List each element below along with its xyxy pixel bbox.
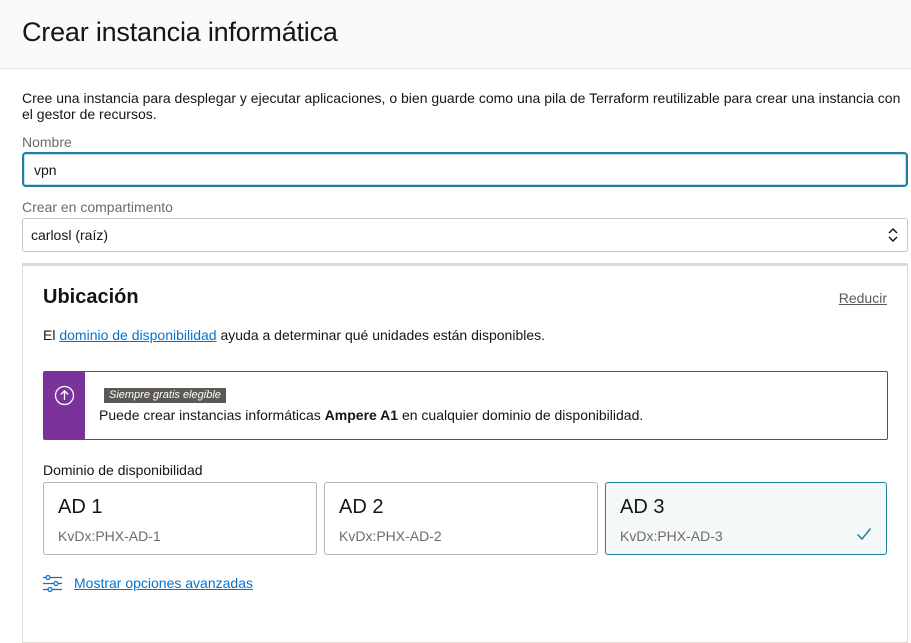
chevron-updown-icon	[888, 227, 898, 243]
intro-text: Cree una instancia para desplegar y ejec…	[22, 90, 901, 122]
ad-id: KvDx:PHX-AD-1	[58, 528, 161, 544]
placement-section: Ubicación Reducir El dominio de disponib…	[22, 263, 908, 643]
ad-id: KvDx:PHX-AD-3	[620, 528, 723, 544]
placement-help: El dominio de disponibilidad ayuda a det…	[43, 327, 545, 343]
circle-arrow-up-icon	[54, 385, 75, 406]
ad-name: AD 2	[339, 496, 384, 518]
ad-tile-1[interactable]: AD 1 KvDx:PHX-AD-1	[43, 482, 317, 555]
notice-text-suffix: en cualquier dominio de disponibilidad.	[398, 407, 644, 423]
ad-id: KvDx:PHX-AD-2	[339, 528, 442, 544]
name-input[interactable]	[22, 152, 908, 187]
compartment-label: Crear en compartimento	[22, 199, 173, 215]
page-header: Crear instancia informática	[0, 0, 911, 69]
checkmark-icon	[856, 528, 872, 541]
advanced-options-toggle[interactable]: Mostrar opciones avanzadas	[43, 573, 253, 593]
always-free-badge: Siempre gratis elegible	[104, 388, 226, 403]
sliders-icon	[43, 574, 62, 592]
help-suffix: ayuda a determinar qué unidades están di…	[216, 327, 546, 343]
name-label: Nombre	[22, 134, 72, 150]
compartment-select[interactable]: carlosl (raíz)	[22, 218, 908, 252]
notice-text-bold: Ampere A1	[324, 407, 399, 423]
availability-domain-link[interactable]: dominio de disponibilidad	[59, 327, 216, 343]
placement-title: Ubicación	[43, 286, 139, 308]
availability-domain-label: Dominio de disponibilidad	[43, 462, 203, 478]
ad-tile-3[interactable]: AD 3 KvDx:PHX-AD-3	[605, 482, 887, 555]
notice-strip	[44, 372, 85, 439]
always-free-notice: Siempre gratis elegible Puede crear inst…	[43, 371, 888, 440]
collapse-link[interactable]: Reducir	[839, 290, 887, 306]
help-prefix: El	[43, 327, 60, 343]
advanced-options-link: Mostrar opciones avanzadas	[74, 575, 253, 591]
page-title: Crear instancia informática	[22, 17, 338, 47]
ad-name: AD 1	[58, 496, 103, 518]
notice-text: Puede crear instancias informáticas Ampe…	[99, 407, 643, 423]
notice-text-prefix: Puede crear instancias informáticas	[99, 407, 325, 423]
ad-tile-2[interactable]: AD 2 KvDx:PHX-AD-2	[324, 482, 598, 555]
compartment-value: carlosl (raíz)	[31, 227, 109, 243]
ad-name: AD 3	[620, 496, 665, 518]
